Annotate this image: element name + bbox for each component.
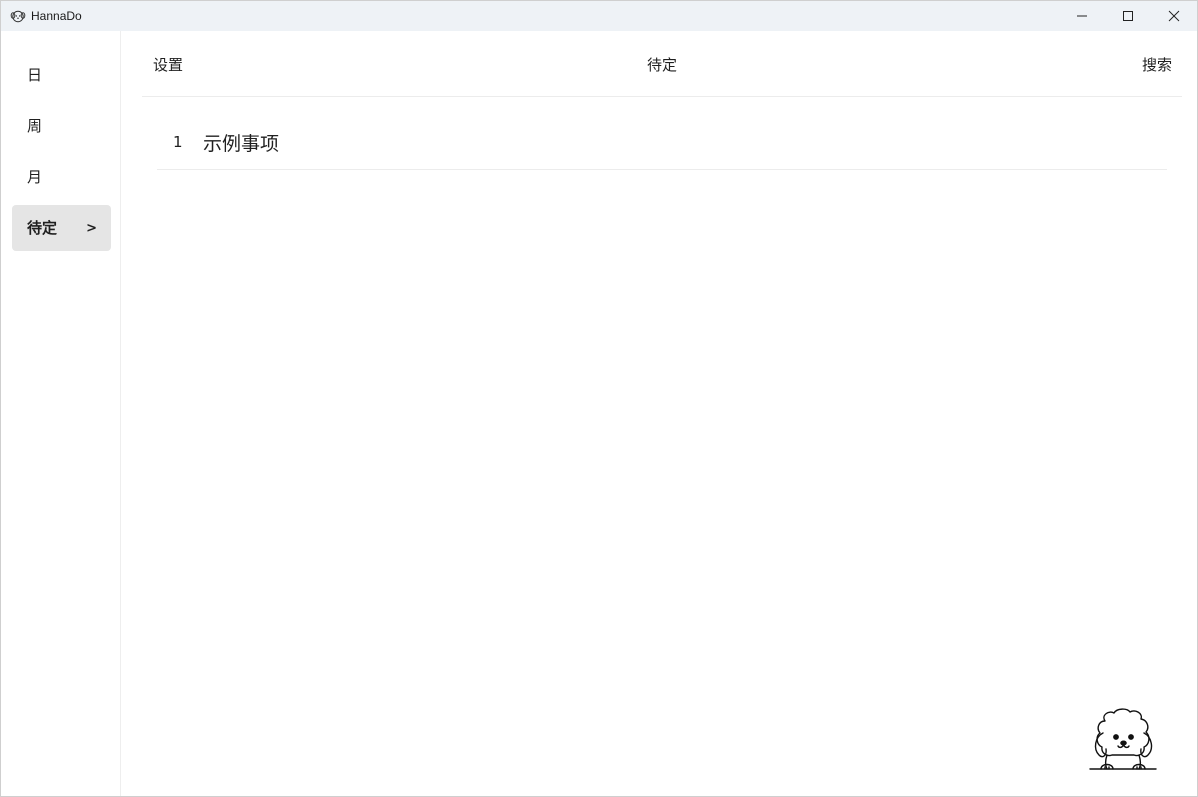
chevron-right-icon: >	[86, 221, 97, 236]
dog-mascot-icon	[1089, 708, 1157, 770]
maximize-button[interactable]	[1105, 1, 1151, 31]
settings-link[interactable]: 设置	[153, 54, 183, 75]
main-content: 设置 待定 搜索 1 示例事项	[122, 31, 1197, 796]
maximize-icon	[1123, 11, 1133, 21]
sidebar-item-label: 日	[27, 66, 43, 84]
task-title[interactable]: 示例事项	[203, 129, 279, 156]
minimize-icon	[1077, 15, 1087, 17]
close-icon	[1168, 10, 1180, 22]
minimize-button[interactable]	[1059, 1, 1105, 31]
window-title: HannaDo	[31, 9, 82, 23]
task-number: 1	[173, 133, 183, 151]
page-title: 待定	[647, 56, 678, 74]
title-bar[interactable]: HannaDo	[1, 1, 1197, 31]
dog-face-icon	[10, 10, 26, 23]
sidebar-item-day[interactable]: 日	[12, 52, 111, 98]
list-item[interactable]: 1 示例事项	[157, 119, 1167, 170]
sidebar-nav: 日 周 月 待定 >	[1, 31, 121, 796]
sidebar-item-month[interactable]: 月	[12, 154, 111, 200]
header-bar: 设置 待定 搜索	[142, 31, 1182, 97]
sidebar-item-label: 待定	[27, 219, 58, 237]
app-window: HannaDo 日 周 月 待定 > 设置 待定 搜索 1 示例事项	[0, 0, 1198, 797]
sidebar-item-week[interactable]: 周	[12, 103, 111, 149]
sidebar-item-pending[interactable]: 待定 >	[12, 205, 111, 251]
close-button[interactable]	[1151, 1, 1197, 31]
task-list: 1 示例事项	[157, 119, 1167, 170]
search-link[interactable]: 搜索	[1142, 54, 1172, 75]
sidebar-item-label: 周	[27, 117, 43, 135]
sidebar-item-label: 月	[27, 168, 43, 186]
